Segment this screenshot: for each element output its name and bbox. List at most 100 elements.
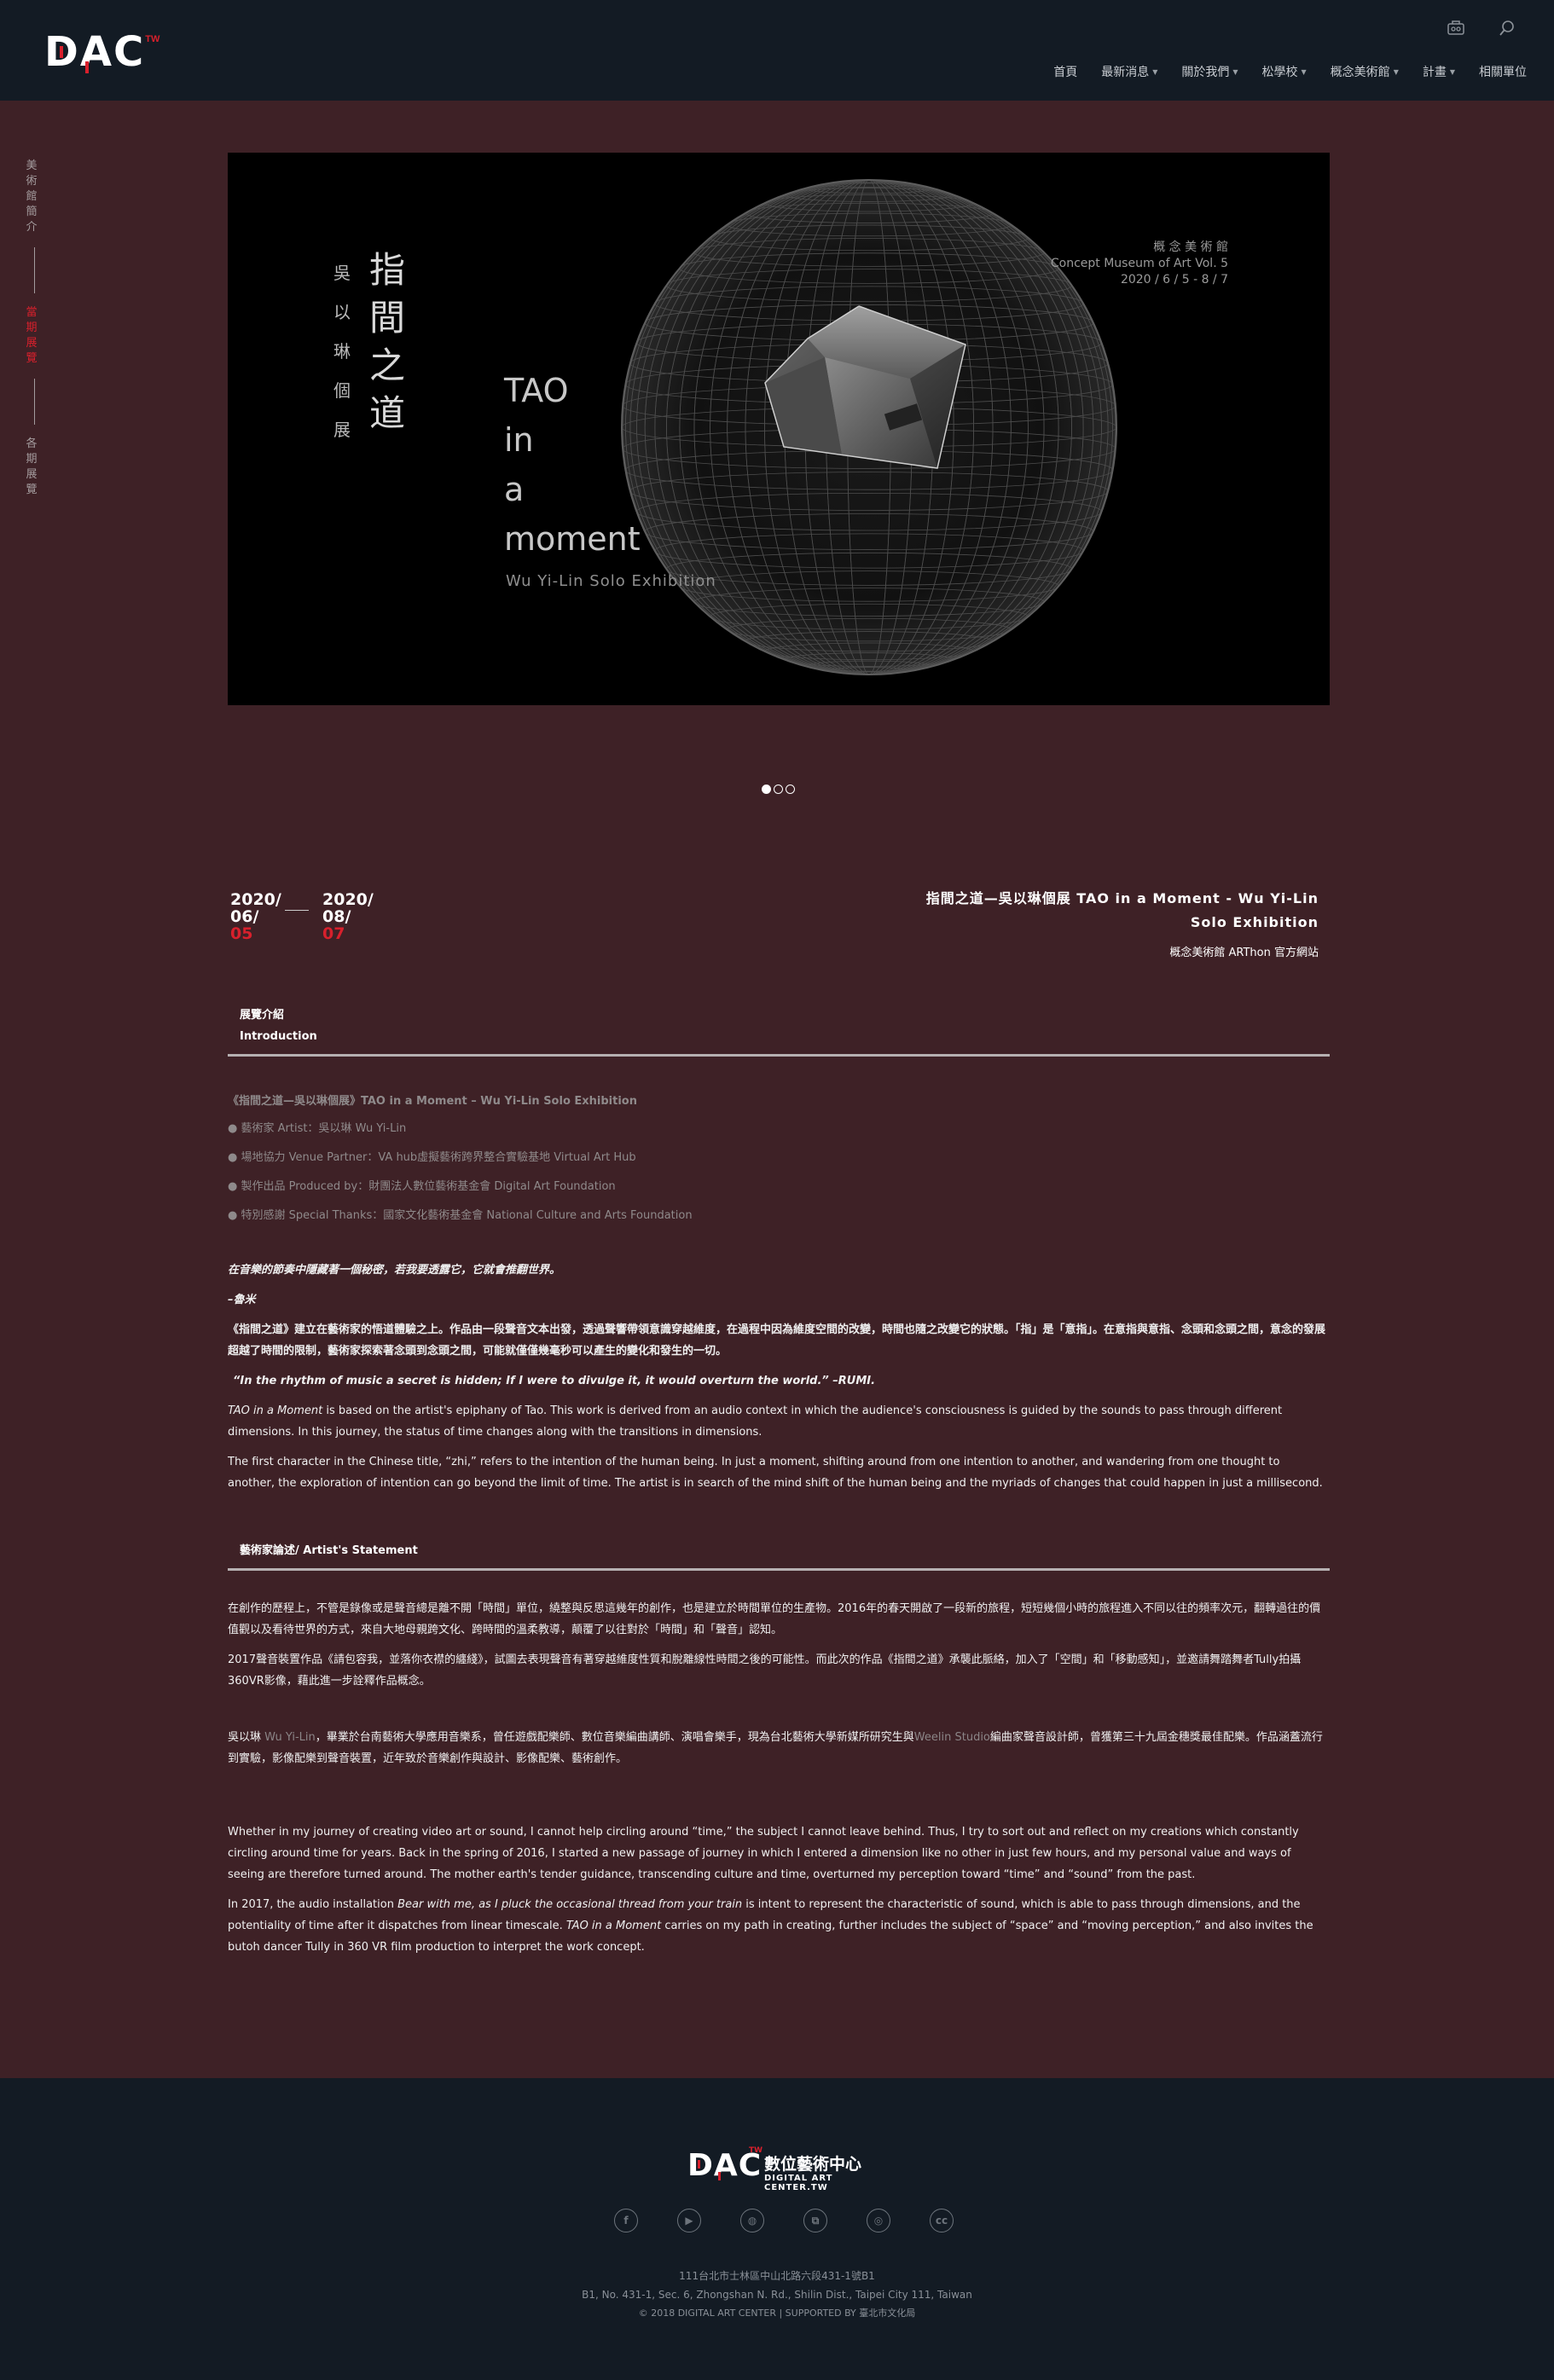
intro-heading-en: Introduction xyxy=(240,1030,317,1043)
search-icon[interactable] xyxy=(1494,15,1520,41)
end-date: 2020/ 08/ 07 xyxy=(322,891,374,942)
banner-venue-en: Concept Museum of Art Vol. 5 xyxy=(1050,257,1228,270)
caret-down-icon: ▼ xyxy=(1393,67,1399,76)
nav-museum[interactable]: 概念美術館 ▼ xyxy=(1319,63,1411,80)
instagram-icon[interactable]: ◎ xyxy=(867,2209,890,2232)
carousel-dots xyxy=(762,785,795,794)
logo-red-mark xyxy=(85,61,89,73)
nav-label: 關於我們 xyxy=(1181,66,1230,79)
footer-address-en: B1, No. 431-1, Sec. 6, Zhongshan N. Rd.,… xyxy=(582,2289,972,2301)
nav-label: 首頁 xyxy=(1053,66,1078,79)
date-separator xyxy=(285,910,309,911)
footer-logo[interactable]: DAC TW 數位藝術中心 DIGITAL ART CENTER.TW xyxy=(687,2146,872,2192)
site-header: DACTW 首頁 最新消息▼ 關於我們▼ 松學校▼ 概念美術館▼ 計畫▼ 相關單… xyxy=(0,0,1554,101)
youtube-icon[interactable]: ▶ xyxy=(677,2209,701,2232)
quote-author-cn: –魯米 xyxy=(228,1294,256,1306)
intro-paragraph-en-1: TAO in a Moment is based on the artist's… xyxy=(228,1400,1330,1443)
creative-commons-icon[interactable]: cc xyxy=(930,2209,954,2232)
end-day: 07 xyxy=(322,924,345,943)
intro-credits: 《指間之道—吳以琳個展》TAO in a Moment – Wu Yi-Lin … xyxy=(228,1089,1330,1231)
statement-paragraph-en-1: Whether in my journey of creating video … xyxy=(228,1826,1299,1881)
bio-studio-link[interactable]: Weelin Studio xyxy=(914,1731,990,1744)
website-icon[interactable]: ◍ xyxy=(740,2209,764,2232)
intro-paragraph-cn: 《指間之道》建立在藝術家的悟道體驗之上。作品由一段聲音文本出發，透過聲響帶領意識… xyxy=(228,1323,1326,1358)
footer-copyright: © 2018 DIGITAL ART CENTER | SUPPORTED BY… xyxy=(638,2308,916,2319)
start-day: 05 xyxy=(230,924,253,943)
intro-body: 在音樂的節奏中隱藏著一個秘密，若我要透露它，它就會推翻世界。 –魯米 《指間之道… xyxy=(228,1259,1330,1494)
statement-heading: 藝術家論述/ Artist's Statement xyxy=(228,1540,1330,1571)
banner-venue-cn: 概 念 美 術 館 xyxy=(1153,240,1228,254)
sidenav-item-current[interactable]: 當期展覽 xyxy=(26,305,38,367)
logo-red-mark xyxy=(698,2160,700,2169)
statement-body-cn: 在創作的歷程上，不管是錄像或是聲音總是離不開「時間」單位，繞整與反思這幾年的創作… xyxy=(228,1598,1330,1692)
main-nav: 首頁 最新消息 ▼ 關於我們 ▼ 松學校 ▼ 概念美術館 ▼ 計畫 ▼ 相關單位 xyxy=(1041,63,1539,80)
ar-glasses-icon[interactable] xyxy=(1443,15,1469,41)
banner-venue: 概 念 美 術 館 Concept Museum of Art Vol. 5 2… xyxy=(1051,240,1228,288)
sidenav-item-intro[interactable]: 美術館簡介 xyxy=(26,159,38,235)
statement-paragraph-en-2: In 2017, the audio installation Bear wit… xyxy=(228,1894,1330,1958)
nav-label: 概念美術館 xyxy=(1330,66,1390,79)
quote-en: “In the rhythm of music a secret is hidd… xyxy=(233,1375,876,1387)
exhibition-banner[interactable]: 吳以琳個展 指間之道 TAO in a moment Wu Yi-Lin Sol… xyxy=(228,153,1330,705)
banner-title-line: in xyxy=(504,421,534,459)
footer-address-cn: 111台北市士林區中山北路六段431-1號B1 xyxy=(679,2270,875,2282)
nav-news[interactable]: 最新消息 ▼ xyxy=(1089,63,1169,80)
bio-text: ，畢業於台南藝術大學應用音樂系，曾任遊戲配樂師、數位音樂編曲講師、演唱會樂手，現… xyxy=(315,1731,914,1744)
facebook-icon[interactable]: f xyxy=(614,2209,638,2232)
logo-tw: TW xyxy=(145,34,160,44)
end-month: 08/ xyxy=(322,907,351,926)
caret-down-icon: ▼ xyxy=(1232,67,1238,76)
carousel-dot-1[interactable] xyxy=(762,785,771,794)
dac-logo[interactable]: DACTW xyxy=(44,31,159,73)
nav-school[interactable]: 松學校 ▼ xyxy=(1250,63,1319,80)
nav-about[interactable]: 關於我們 ▼ xyxy=(1169,63,1250,80)
bio-name-en: Wu Yi-Lin xyxy=(264,1731,316,1744)
banner-subtitle-en: Wu Yi-Lin Solo Exhibition xyxy=(506,572,716,590)
artist-bio: 吳以琳 Wu Yi-Lin，畢業於台南藝術大學應用音樂系，曾任遊戲配樂師、數位音… xyxy=(228,1727,1330,1769)
banner-title-line: TAO xyxy=(504,372,569,409)
caret-down-icon: ▼ xyxy=(1301,67,1307,76)
work-title-italic: Bear with me, as I pluck the occasional … xyxy=(397,1898,743,1911)
intro-heading-cn: 展覽介紹 xyxy=(240,1009,285,1022)
nav-projects[interactable]: 計畫 ▼ xyxy=(1411,63,1467,80)
banner-artist-cn: 吳以琳個展 xyxy=(333,263,351,440)
carousel-dot-2[interactable] xyxy=(774,785,783,794)
nav-label: 計畫 xyxy=(1422,66,1447,79)
event-organizer-link[interactable]: 概念美術館 ARThon 官方網站 xyxy=(918,943,1319,959)
credit-item: 場地協力 Venue Partner：VA hub虛擬藝術跨界整合實驗基地 Vi… xyxy=(228,1144,1330,1173)
nav-label: 最新消息 xyxy=(1101,66,1150,79)
logo-letter-c: C xyxy=(113,28,146,76)
credit-item: 製作出品 Produced by：財團法人數位藝術基金會 Digital Art… xyxy=(228,1173,1330,1202)
banner-dates: 2020 / 6 / 5 - 8 / 7 xyxy=(1120,273,1228,287)
side-nav: 美術館簡介 當期展覽 各期展覽 xyxy=(26,159,43,498)
sidenav-divider xyxy=(33,247,35,293)
carousel-dot-3[interactable] xyxy=(786,785,795,794)
flickr-icon[interactable]: ⧉ xyxy=(803,2209,827,2232)
sidenav-item-past[interactable]: 各期展覽 xyxy=(26,437,38,498)
footer-name-cn: 數位藝術中心 xyxy=(764,2155,862,2174)
nav-label: 松學校 xyxy=(1261,66,1298,79)
nav-home[interactable]: 首頁 xyxy=(1041,63,1089,80)
statement-paragraph-cn-1: 在創作的歷程上，不管是錄像或是聲音總是離不開「時間」單位，繞整與反思這幾年的創作… xyxy=(228,1602,1321,1636)
paragraph-text: In 2017, the audio installation xyxy=(228,1898,398,1911)
work-title-italic: TAO in a Moment xyxy=(228,1404,323,1417)
intro-heading: 展覽介紹 Introduction xyxy=(228,1005,1330,1057)
footer-logo-tw: TW xyxy=(749,2146,763,2155)
section-rule xyxy=(228,1568,1330,1571)
banner-title-line: a xyxy=(504,471,525,508)
event-title: 指間之道—吳以琳個展 TAO in a Moment - Wu Yi-Lin S… xyxy=(925,890,1319,930)
nav-label: 相關單位 xyxy=(1479,66,1527,79)
paragraph-text: is based on the artist's epiphany of Tao… xyxy=(228,1404,1283,1439)
credit-item: 特別感謝 Special Thanks：國家文化藝術基金會 National C… xyxy=(228,1202,1330,1231)
section-rule xyxy=(228,1054,1330,1057)
logo-red-mark xyxy=(60,46,63,58)
site-footer: DAC TW 數位藝術中心 DIGITAL ART CENTER.TW f ▶ … xyxy=(0,2078,1554,2380)
header-icons xyxy=(1443,15,1520,41)
logo-red-mark xyxy=(718,2172,721,2180)
nav-partners[interactable]: 相關單位 xyxy=(1467,63,1539,80)
work-title: 《指間之道—吳以琳個展》TAO in a Moment – Wu Yi-Lin … xyxy=(228,1095,637,1108)
banner-title-line: moment xyxy=(504,520,641,558)
caret-down-icon: ▼ xyxy=(1152,67,1158,76)
social-links: f ▶ ◍ ⧉ ◎ cc xyxy=(614,2209,954,2232)
quote-cn: 在音樂的節奏中隱藏著一個秘密，若我要透露它，它就會推翻世界。 xyxy=(228,1264,561,1277)
